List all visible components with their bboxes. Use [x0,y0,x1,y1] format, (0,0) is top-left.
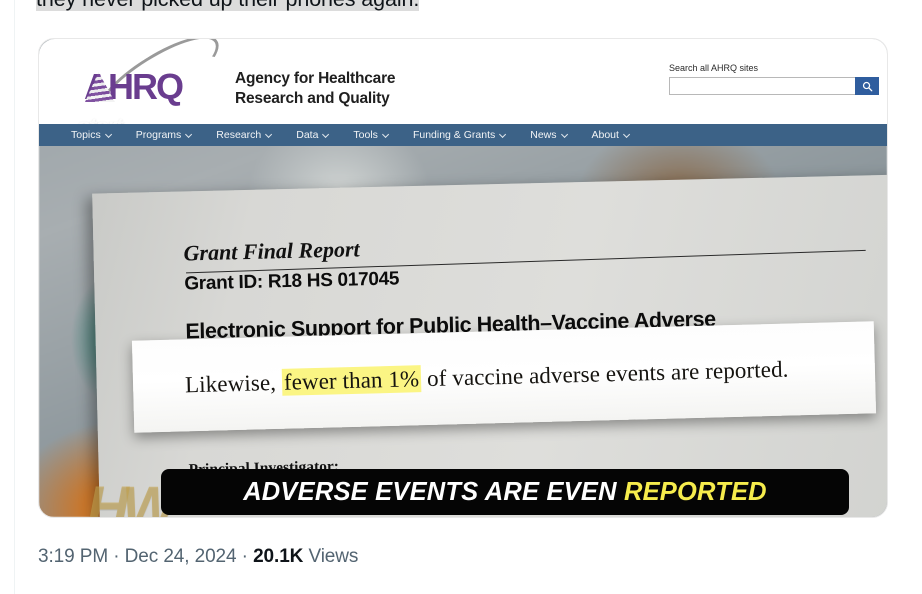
nav-item-data[interactable]: Data [296,129,330,141]
chevron-down-icon [560,130,568,138]
chevron-down-icon [104,130,112,138]
quote-after: of vaccine adverse events are reported. [420,356,789,392]
nav-item-funding-grants[interactable]: Funding & Grants [412,129,507,141]
quote-highlight: fewer than 1% [281,365,422,396]
chevron-down-icon [322,130,330,138]
nav-item-research[interactable]: Research [216,129,273,141]
caption-accent: REPORTED [616,477,767,506]
ahrq-nav-bar: Topics Programs Research Data Tools Fund… [39,124,887,146]
quote-before: Likewise, [184,369,283,398]
nav-item-news[interactable]: News [530,129,568,141]
views-count: 20.1K [253,546,304,567]
chevron-down-icon [265,130,273,138]
post-time: 3:19 PM [38,546,109,567]
video-caption-text: ADVERSE EVENTS ARE EVEN REPORTED [243,478,767,507]
nav-item-programs[interactable]: Programs [135,129,193,141]
meta-separator: · [236,546,254,567]
ahrq-logo[interactable]: AHRQ [82,39,230,135]
chevron-down-icon [185,130,193,138]
ahrq-tagline: Agency for Healthcare Research and Quali… [235,69,396,109]
media-card[interactable]: Grant Final Report Grant ID: R18 HS 0170… [38,38,888,518]
nav-item-label: Research [216,129,262,141]
nav-item-label: Topics [71,129,101,141]
nav-item-label: Funding & Grants [412,129,496,141]
nav-item-tools[interactable]: Tools [353,129,390,141]
ahrq-tagline-line1: Agency for Healthcare [235,70,396,87]
chevron-down-icon [381,130,390,138]
chevron-down-icon [499,130,507,138]
nav-item-label: About [591,129,619,141]
document-title: Grant Final Report [183,236,360,266]
ahrq-tagline-line2: Research and Quality [235,90,390,107]
thread-line [14,0,15,594]
site-search-button[interactable] [855,77,879,95]
post-date: Dec 24, 2024 [124,546,237,567]
meta-separator: · [108,546,125,567]
nav-item-label: Programs [135,129,182,141]
quote-callout: Likewise, fewer than 1% of vaccine adver… [131,321,877,433]
views-label: Views [303,546,359,567]
nav-item-about[interactable]: About [591,129,631,141]
quote-text: Likewise, fewer than 1% of vaccine adver… [185,357,789,399]
chevron-down-icon [622,130,631,138]
post-metadata: 3:19 PM · Dec 24, 2024 · 20.1K Views [38,545,358,569]
tweet-text-truncated: they never picked up their phones again. [36,0,636,14]
nav-item-label: Data [296,129,319,141]
search-icon [862,81,872,91]
nav-item-label: News [530,129,557,141]
site-search: Search all AHRQ sites [669,62,879,95]
nav-item-topics[interactable]: Topics [71,129,112,141]
nav-item-label: Tools [353,129,378,141]
site-search-label: Search all AHRQ sites [669,63,759,73]
site-search-input[interactable] [669,77,855,95]
caption-primary: ADVERSE EVENTS ARE EVEN [243,477,617,506]
tweet-media-screenshot: they never picked up their phones again.… [0,0,922,594]
video-caption-bar: ADVERSE EVENTS ARE EVEN REPORTED [161,469,849,515]
tweet-text: they never picked up their phones again. [36,0,419,11]
